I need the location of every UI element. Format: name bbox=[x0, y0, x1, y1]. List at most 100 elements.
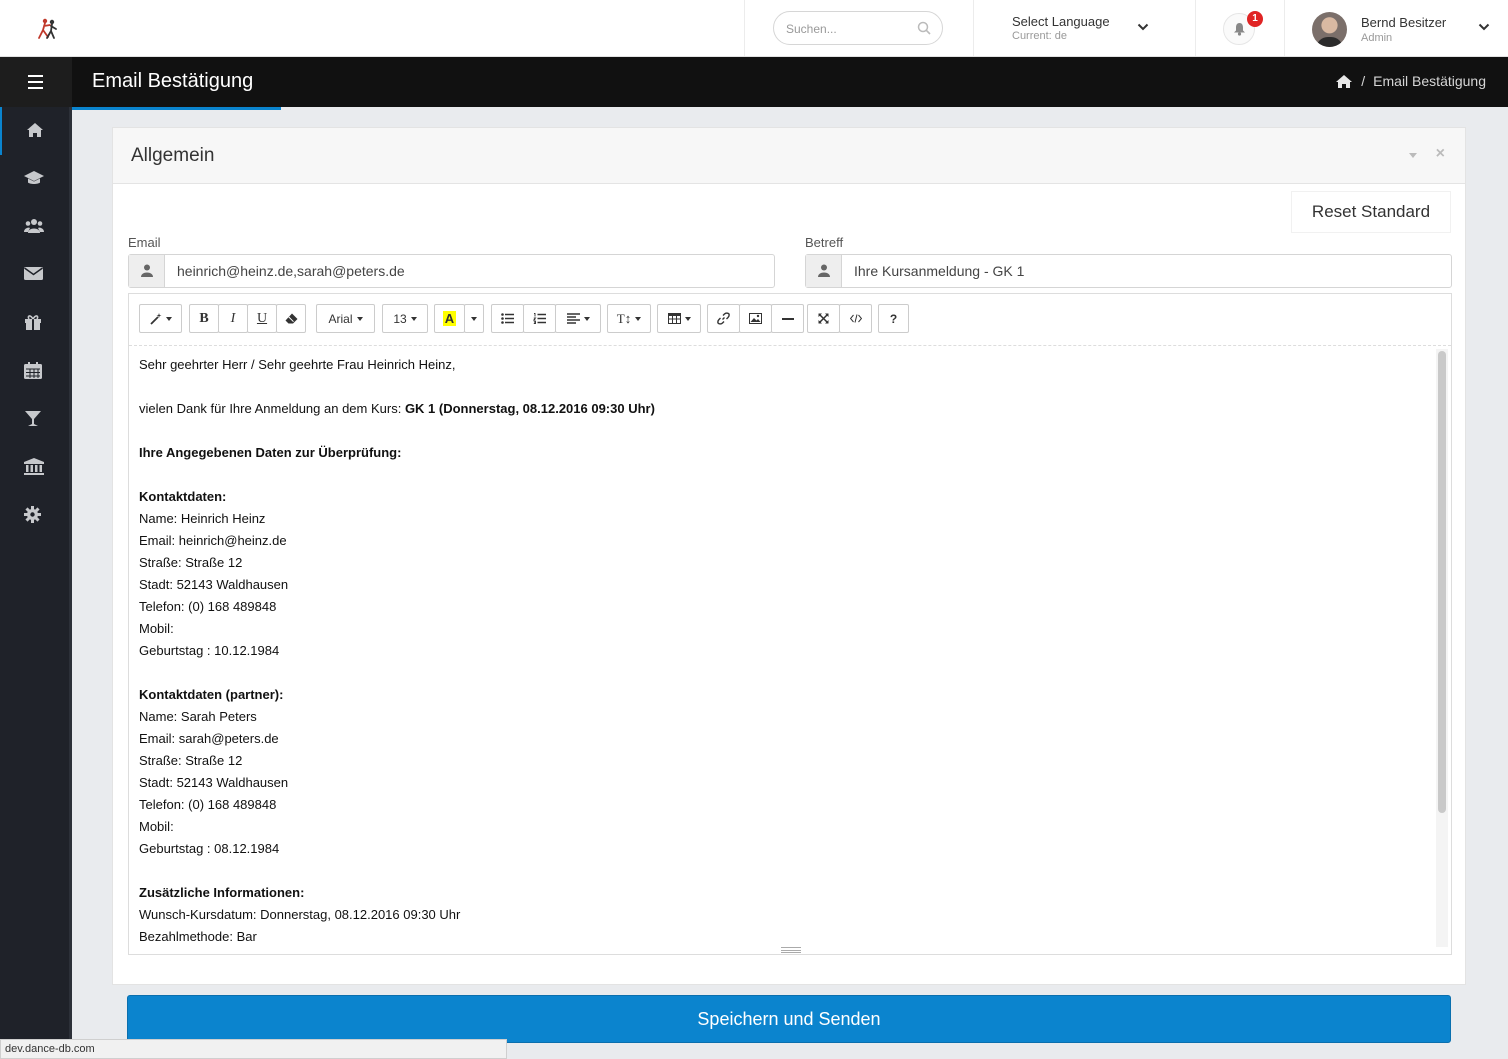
subject-input-group bbox=[805, 254, 1452, 288]
italic-button[interactable]: I bbox=[218, 304, 248, 333]
code-view-button[interactable] bbox=[839, 304, 872, 333]
numbered-list-icon bbox=[533, 313, 546, 324]
editor-toolbar: B I U Arial 13 A T↕ ? bbox=[129, 294, 1451, 346]
divider bbox=[744, 0, 745, 56]
panel-header: Allgemein × bbox=[113, 128, 1465, 184]
rich-text-editor: B I U Arial 13 A T↕ ? Sehr geehrter Herr… bbox=[128, 293, 1452, 955]
chevron-down-icon[interactable] bbox=[1137, 23, 1149, 31]
horizontal-rule-button[interactable] bbox=[771, 304, 804, 333]
paragraph-align-dropdown[interactable] bbox=[555, 304, 601, 333]
home-icon[interactable] bbox=[1335, 74, 1353, 89]
underline-button[interactable]: U bbox=[247, 304, 277, 333]
sidebar-item-settings[interactable] bbox=[0, 491, 69, 539]
panel-title: Allgemein bbox=[131, 145, 215, 166]
align-left-icon bbox=[566, 313, 580, 324]
expand-icon bbox=[818, 313, 829, 324]
sidebar-item-vouchers[interactable] bbox=[0, 299, 69, 347]
partner-line: Name: Sarah Peters bbox=[139, 709, 257, 724]
link-icon bbox=[717, 312, 730, 325]
help-button[interactable]: ? bbox=[878, 304, 909, 333]
email-label: Email bbox=[128, 235, 161, 250]
divider bbox=[973, 0, 974, 56]
avatar[interactable] bbox=[1312, 12, 1347, 47]
sidebar-item-users[interactable] bbox=[0, 203, 69, 251]
font-family-dropdown[interactable]: Arial bbox=[316, 304, 375, 333]
sidebar-item-home[interactable] bbox=[0, 107, 69, 155]
hamburger-menu-button[interactable] bbox=[0, 57, 72, 107]
language-current: Current: de bbox=[1012, 30, 1068, 42]
clear-format-button[interactable] bbox=[276, 304, 306, 333]
table-dropdown[interactable] bbox=[657, 304, 701, 333]
sidebar-item-courses[interactable] bbox=[0, 155, 69, 203]
home-icon bbox=[27, 123, 43, 137]
review-heading: Ihre Angegebenen Daten zur Überprüfung: bbox=[139, 445, 402, 460]
text-color-button[interactable]: A bbox=[434, 304, 465, 333]
insert-link-button[interactable] bbox=[707, 304, 740, 333]
graduation-cap-icon bbox=[24, 171, 44, 184]
user-role: Admin bbox=[1361, 32, 1393, 44]
thanks-line: vielen Dank für Ihre Anmeldung an dem Ku… bbox=[139, 401, 655, 416]
page-header: Email Bestätigung / Email Bestätigung bbox=[0, 57, 1508, 107]
text-color-dropdown[interactable] bbox=[464, 304, 484, 333]
breadcrumb-separator: / bbox=[1361, 73, 1366, 89]
image-icon bbox=[749, 313, 762, 324]
greeting-line: Sehr geehrter Herr / Sehr geehrte Frau H… bbox=[139, 357, 456, 372]
email-panel: Allgemein × Reset Standard Email Betreff… bbox=[112, 127, 1466, 985]
close-icon[interactable]: × bbox=[1436, 145, 1445, 163]
partner-heading: Kontaktdaten (partner): bbox=[139, 687, 284, 702]
partner-line: Telefon: (0) 168 489848 bbox=[139, 797, 277, 812]
email-field[interactable] bbox=[177, 262, 757, 280]
search-icon[interactable] bbox=[917, 21, 931, 35]
font-size-dropdown[interactable]: 13 bbox=[382, 304, 428, 333]
contact-line: Name: Heinrich Heinz bbox=[139, 511, 266, 526]
subject-field[interactable] bbox=[854, 262, 1434, 280]
chevron-down-icon[interactable] bbox=[1478, 23, 1490, 31]
contact-line: Mobil: bbox=[139, 621, 174, 636]
line-height-icon: T↕ bbox=[616, 310, 632, 326]
reset-standard-button[interactable]: Reset Standard bbox=[1291, 191, 1451, 233]
email-addon bbox=[129, 255, 165, 287]
partner-line: Straße: Straße 12 bbox=[139, 753, 243, 768]
contact-heading: Kontaktdaten: bbox=[139, 489, 227, 504]
dance-logo-icon[interactable] bbox=[36, 18, 60, 40]
insert-image-button[interactable] bbox=[739, 304, 772, 333]
partner-line: Stadt: 52143 Waldhausen bbox=[139, 775, 289, 790]
extra-line: Wunsch-Kursdatum: Donnerstag, 08.12.2016… bbox=[139, 907, 461, 922]
sidebar-item-calendar[interactable] bbox=[0, 347, 69, 395]
editor-resize-handle[interactable] bbox=[781, 947, 801, 953]
divider bbox=[1284, 0, 1285, 56]
unordered-list-button[interactable] bbox=[491, 304, 524, 333]
scrollbar-thumb[interactable] bbox=[1438, 351, 1446, 813]
language-selector[interactable]: Select Language Current: de bbox=[1012, 14, 1110, 42]
contact-line: Stadt: 52143 Waldhausen bbox=[139, 577, 289, 592]
editor-content[interactable]: Sehr geehrter Herr / Sehr geehrte Frau H… bbox=[139, 354, 1429, 949]
search-input[interactable] bbox=[786, 20, 916, 38]
ordered-list-button[interactable] bbox=[523, 304, 556, 333]
editor-scrollbar[interactable] bbox=[1436, 349, 1448, 947]
calendar-icon bbox=[24, 362, 42, 379]
gift-icon bbox=[25, 315, 41, 330]
sidebar-item-emails[interactable] bbox=[0, 251, 69, 299]
sidebar-item-bar[interactable] bbox=[0, 395, 69, 443]
partner-line: Mobil: bbox=[139, 819, 174, 834]
breadcrumb: / Email Bestätigung bbox=[1335, 73, 1486, 89]
page-title: Email Bestätigung bbox=[92, 70, 254, 92]
partner-line: Email: sarah@peters.de bbox=[139, 731, 279, 746]
subject-addon bbox=[806, 255, 842, 287]
email-input-group bbox=[128, 254, 775, 288]
save-and-send-button[interactable]: Speichern und Senden bbox=[127, 995, 1451, 1043]
horizontal-rule-icon bbox=[781, 317, 794, 320]
line-height-dropdown[interactable]: T↕ bbox=[607, 304, 651, 333]
user-icon bbox=[141, 264, 153, 277]
bold-button[interactable]: B bbox=[189, 304, 219, 333]
sidebar-item-bank[interactable] bbox=[0, 443, 69, 491]
text-color-letter: A bbox=[442, 311, 457, 326]
status-bar-url: dev.dance-db.com bbox=[0, 1039, 507, 1059]
collapse-caret-icon[interactable] bbox=[1409, 153, 1417, 158]
fullscreen-button[interactable] bbox=[807, 304, 840, 333]
style-dropdown-button[interactable] bbox=[139, 304, 182, 333]
contact-line: Straße: Straße 12 bbox=[139, 555, 243, 570]
user-name[interactable]: Bernd Besitzer bbox=[1361, 15, 1446, 30]
font-family-value: Arial bbox=[328, 311, 353, 326]
search-box[interactable] bbox=[773, 11, 943, 45]
